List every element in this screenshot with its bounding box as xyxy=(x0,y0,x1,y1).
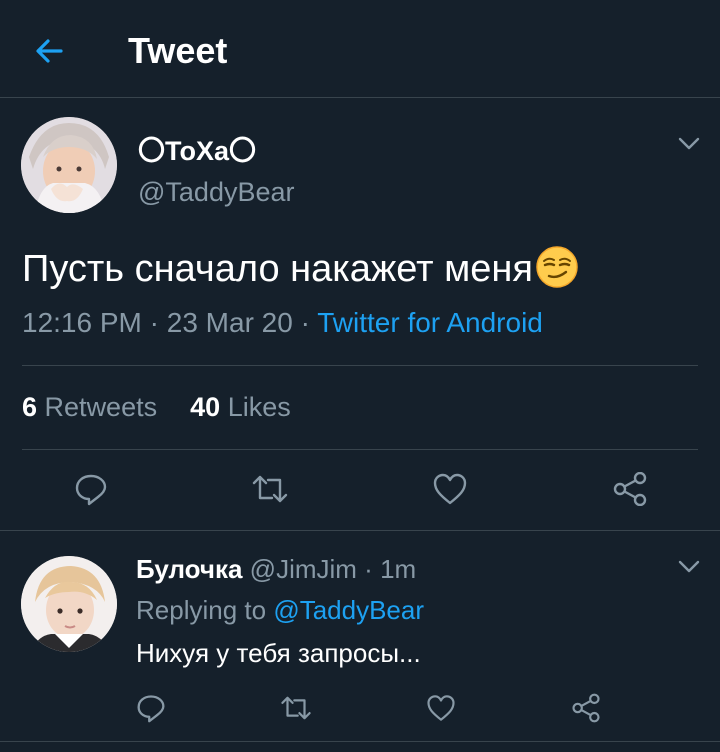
retweets-stat[interactable]: 6 Retweets xyxy=(22,392,157,422)
avatar[interactable] xyxy=(21,117,117,213)
like-button[interactable] xyxy=(419,686,463,730)
engagement-stats: 6 Retweets 40 Likes xyxy=(22,392,291,423)
main-tweet: 〇ToXa〇 @TaddyBear Пусть сначало накажет … xyxy=(0,99,720,531)
reply-tweet[interactable]: Булочка @JimJim · 1m Replying to @TaddyB… xyxy=(0,532,720,742)
likes-count: 40 xyxy=(190,392,221,422)
reply-button[interactable] xyxy=(69,467,113,511)
divider xyxy=(22,365,698,366)
like-icon xyxy=(426,693,456,723)
page-title: Tweet xyxy=(128,30,228,71)
reply-icon xyxy=(74,472,108,506)
divider xyxy=(22,449,698,450)
reply-time: 1m xyxy=(380,554,417,584)
reply-text: Нихуя у тебя запросы... xyxy=(136,638,421,668)
replying-to: Replying to @TaddyBear xyxy=(136,595,424,626)
replying-to-prefix: Replying to xyxy=(136,595,267,625)
share-button[interactable] xyxy=(608,467,652,511)
chevron-down-icon xyxy=(678,137,700,151)
reply-icon xyxy=(136,693,166,723)
reply-user-handle[interactable]: @JimJim xyxy=(250,554,357,584)
retweet-button[interactable] xyxy=(248,467,292,511)
user-handle[interactable]: @TaddyBear xyxy=(138,177,295,208)
avatar[interactable] xyxy=(21,556,117,652)
smirking-face-emoji-icon xyxy=(535,245,579,289)
tweet-date: 23 Mar 20 xyxy=(166,307,293,338)
chevron-down-icon xyxy=(678,560,700,574)
share-icon xyxy=(571,693,601,723)
tweet-menu-button[interactable] xyxy=(674,129,704,159)
retweets-label: Retweets xyxy=(44,392,158,422)
share-button[interactable] xyxy=(564,686,608,730)
retweets-count: 6 xyxy=(22,392,38,422)
tweet-source-link[interactable]: Twitter for Android xyxy=(317,307,543,338)
likes-stat[interactable]: 40 Likes xyxy=(190,392,291,422)
tweet-meta: 12:16 PM · 23 Mar 20 · Twitter for Andro… xyxy=(22,307,543,339)
reply-header: Булочка @JimJim · 1m xyxy=(136,554,416,585)
meta-separator: · xyxy=(149,307,159,338)
meta-separator: · xyxy=(300,307,310,338)
reply-button[interactable] xyxy=(129,686,173,730)
like-icon xyxy=(432,472,468,506)
retweet-icon xyxy=(279,693,313,723)
display-name[interactable]: 〇ToXa〇 xyxy=(138,129,256,168)
top-app-bar: Tweet xyxy=(0,0,720,98)
arrow-left-icon xyxy=(33,35,65,67)
retweet-icon xyxy=(250,472,290,506)
tweet-time: 12:16 PM xyxy=(22,307,142,338)
tweet-text: Пусть сначало накажет меня xyxy=(22,245,579,292)
share-icon xyxy=(612,472,648,506)
meta-separator: · xyxy=(364,554,373,584)
replying-to-handle-link[interactable]: @TaddyBear xyxy=(273,595,424,625)
retweet-button[interactable] xyxy=(274,686,318,730)
reply-menu-button[interactable] xyxy=(674,552,704,582)
likes-label: Likes xyxy=(227,392,291,422)
tweet-text-content: Пусть сначало накажет меня xyxy=(22,248,533,290)
back-button[interactable] xyxy=(28,30,70,72)
like-button[interactable] xyxy=(428,467,472,511)
reply-display-name[interactable]: Булочка xyxy=(136,554,242,584)
